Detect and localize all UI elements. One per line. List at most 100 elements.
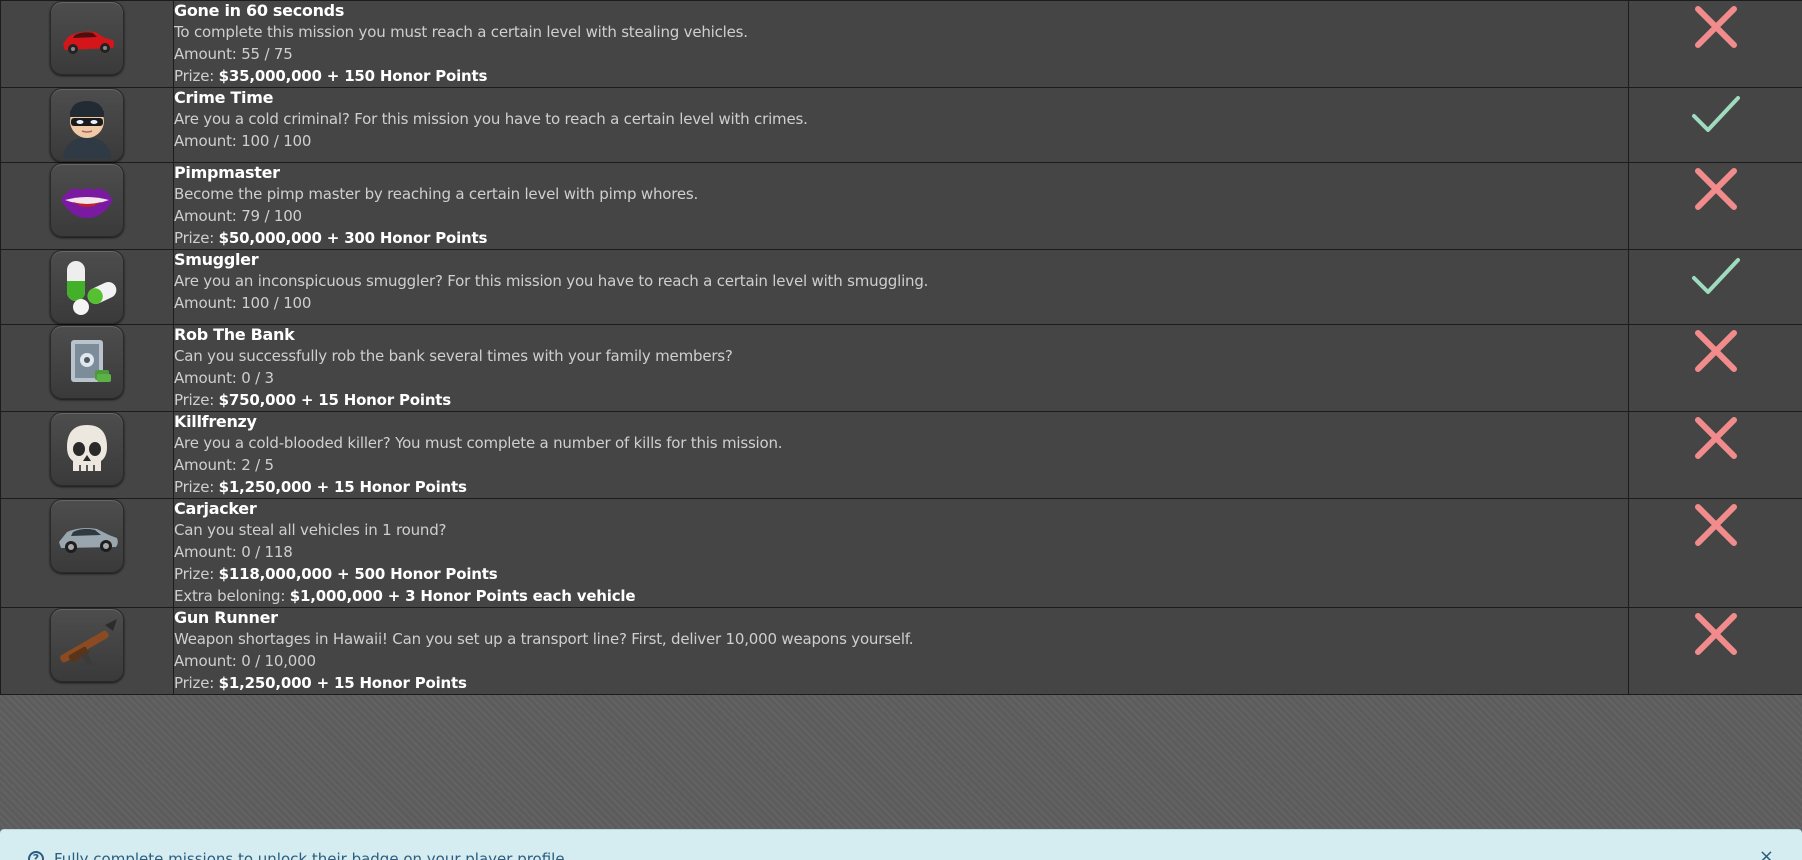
mission-prize: Prize: $750,000 + 15 Honor Points xyxy=(174,389,1628,411)
prize-value: $118,000,000 + 500 Honor Points xyxy=(218,565,498,583)
prize-label: Prize: xyxy=(174,391,215,409)
prize-value: $35,000,000 + 150 Honor Points xyxy=(218,67,488,85)
incomplete-x-icon xyxy=(1690,163,1742,215)
mission-description: Can you successfully rob the bank severa… xyxy=(174,347,733,365)
mission-prize: Prize: $1,250,000 + 15 Honor Points xyxy=(174,476,1628,498)
close-icon[interactable]: × xyxy=(1759,848,1774,860)
mission-prize: Prize: $35,000,000 + 150 Honor Points xyxy=(174,65,1628,87)
mission-icon-cell xyxy=(0,87,174,163)
masked-criminal-icon xyxy=(50,88,124,162)
mission-amount: Amount: 0 / 3 xyxy=(174,367,1628,389)
mission-details: Pimpmaster Become the pimp master by reac… xyxy=(173,162,1629,250)
amount-label: Amount: xyxy=(174,652,237,670)
amount-value: 79 / 100 xyxy=(241,207,302,225)
mission-icon-cell xyxy=(0,411,174,499)
mission-description: Can you steal all vehicles in 1 round? xyxy=(174,521,447,539)
complete-check-icon xyxy=(1690,88,1742,140)
incomplete-x-icon xyxy=(1690,499,1742,551)
mission-title: Pimpmaster xyxy=(174,163,280,182)
mission-description: Are you an inconspicuous smuggler? For t… xyxy=(174,272,929,290)
mission-details: Gone in 60 seconds To complete this missi… xyxy=(173,0,1629,88)
mission-details: Rob The Bank Can you successfully rob the… xyxy=(173,324,1629,412)
mission-row: Pimpmaster Become the pimp master by reac… xyxy=(0,162,1802,250)
info-alert: ? Fully complete missions to unlock thei… xyxy=(0,829,1802,860)
amount-value: 2 / 5 xyxy=(241,456,274,474)
prize-value: $1,250,000 + 15 Honor Points xyxy=(218,674,467,692)
mission-status-cell xyxy=(1628,607,1802,695)
mission-description: Are you a cold criminal? For this missio… xyxy=(174,110,808,128)
mission-status-cell xyxy=(1628,87,1802,163)
complete-check-icon xyxy=(1690,250,1742,302)
amount-label: Amount: xyxy=(174,456,237,474)
extra-value: $1,000,000 + 3 Honor Points each vehicle xyxy=(289,587,636,605)
info-text: Fully complete missions to unlock their … xyxy=(54,850,570,860)
amount-value: 55 / 75 xyxy=(241,45,293,63)
mission-icon-cell xyxy=(0,0,174,88)
mission-icon-cell xyxy=(0,249,174,325)
mission-details: Carjacker Can you steal all vehicles in 1… xyxy=(173,498,1629,608)
mission-status-cell xyxy=(1628,162,1802,250)
mission-details: Killfrenzy Are you a cold-blooded killer?… xyxy=(173,411,1629,499)
prize-label: Prize: xyxy=(174,67,215,85)
mission-icon-cell xyxy=(0,607,174,695)
mission-icon-cell xyxy=(0,498,174,608)
mission-row: Smuggler Are you an inconspicuous smuggle… xyxy=(0,249,1802,325)
purple-lips-icon xyxy=(50,163,124,237)
mission-title: Killfrenzy xyxy=(174,412,257,431)
mission-title: Smuggler xyxy=(174,250,259,269)
info-circle-icon: ? xyxy=(28,851,44,860)
incomplete-x-icon xyxy=(1690,325,1742,377)
mission-icon-cell xyxy=(0,324,174,412)
mission-title: Rob The Bank xyxy=(174,325,295,344)
mission-description: To complete this mission you must reach … xyxy=(174,23,748,41)
bank-safe-icon xyxy=(50,325,124,399)
mission-amount: Amount: 100 / 100 xyxy=(174,292,1628,314)
prize-label: Prize: xyxy=(174,478,215,496)
mission-amount: Amount: 79 / 100 xyxy=(174,205,1628,227)
amount-label: Amount: xyxy=(174,543,237,561)
mission-title: Crime Time xyxy=(174,88,274,107)
amount-label: Amount: xyxy=(174,294,237,312)
skull-icon xyxy=(50,412,124,486)
red-sports-car-icon xyxy=(50,1,124,75)
amount-value: 0 / 118 xyxy=(241,543,293,561)
pills-icon xyxy=(50,250,124,324)
extra-label: Extra beloning: xyxy=(174,587,286,605)
mission-amount: Amount: 2 / 5 xyxy=(174,454,1628,476)
incomplete-x-icon xyxy=(1690,412,1742,464)
amount-value: 0 / 3 xyxy=(241,369,274,387)
mission-status-cell xyxy=(1628,411,1802,499)
mission-title: Carjacker xyxy=(174,499,257,518)
amount-label: Amount: xyxy=(174,45,237,63)
prize-label: Prize: xyxy=(174,229,215,247)
mission-amount: Amount: 0 / 10,000 xyxy=(174,650,1628,672)
mission-amount: Amount: 55 / 75 xyxy=(174,43,1628,65)
amount-label: Amount: xyxy=(174,207,237,225)
rocket-launcher-icon xyxy=(50,608,124,682)
mission-row: Gun Runner Weapon shortages in Hawaii! Ca… xyxy=(0,607,1802,695)
mission-amount: Amount: 0 / 118 xyxy=(174,541,1628,563)
silver-sports-car-icon xyxy=(50,499,124,573)
prize-value: $1,250,000 + 15 Honor Points xyxy=(218,478,467,496)
mission-row: Killfrenzy Are you a cold-blooded killer?… xyxy=(0,411,1802,499)
amount-value: 100 / 100 xyxy=(241,132,312,150)
missions-page: Gone in 60 seconds To complete this missi… xyxy=(0,0,1802,860)
prize-value: $50,000,000 + 300 Honor Points xyxy=(218,229,488,247)
mission-description: Weapon shortages in Hawaii! Can you set … xyxy=(174,630,914,648)
mission-row: Crime Time Are you a cold criminal? For t… xyxy=(0,87,1802,163)
mission-description: Become the pimp master by reaching a cer… xyxy=(174,185,699,203)
mission-status-cell xyxy=(1628,0,1802,88)
mission-prize: Prize: $118,000,000 + 500 Honor Points xyxy=(174,563,1628,585)
mission-details: Crime Time Are you a cold criminal? For t… xyxy=(173,87,1629,163)
mission-icon-cell xyxy=(0,162,174,250)
mission-row: Gone in 60 seconds To complete this missi… xyxy=(0,0,1802,88)
prize-label: Prize: xyxy=(174,565,215,583)
mission-status-cell xyxy=(1628,498,1802,608)
mission-title: Gun Runner xyxy=(174,608,278,627)
prize-label: Prize: xyxy=(174,674,215,692)
mission-amount: Amount: 100 / 100 xyxy=(174,130,1628,152)
mission-row: Carjacker Can you steal all vehicles in 1… xyxy=(0,498,1802,608)
prize-value: $750,000 + 15 Honor Points xyxy=(218,391,452,409)
mission-row: Rob The Bank Can you successfully rob the… xyxy=(0,324,1802,412)
mission-prize: Prize: $1,250,000 + 15 Honor Points xyxy=(174,672,1628,694)
